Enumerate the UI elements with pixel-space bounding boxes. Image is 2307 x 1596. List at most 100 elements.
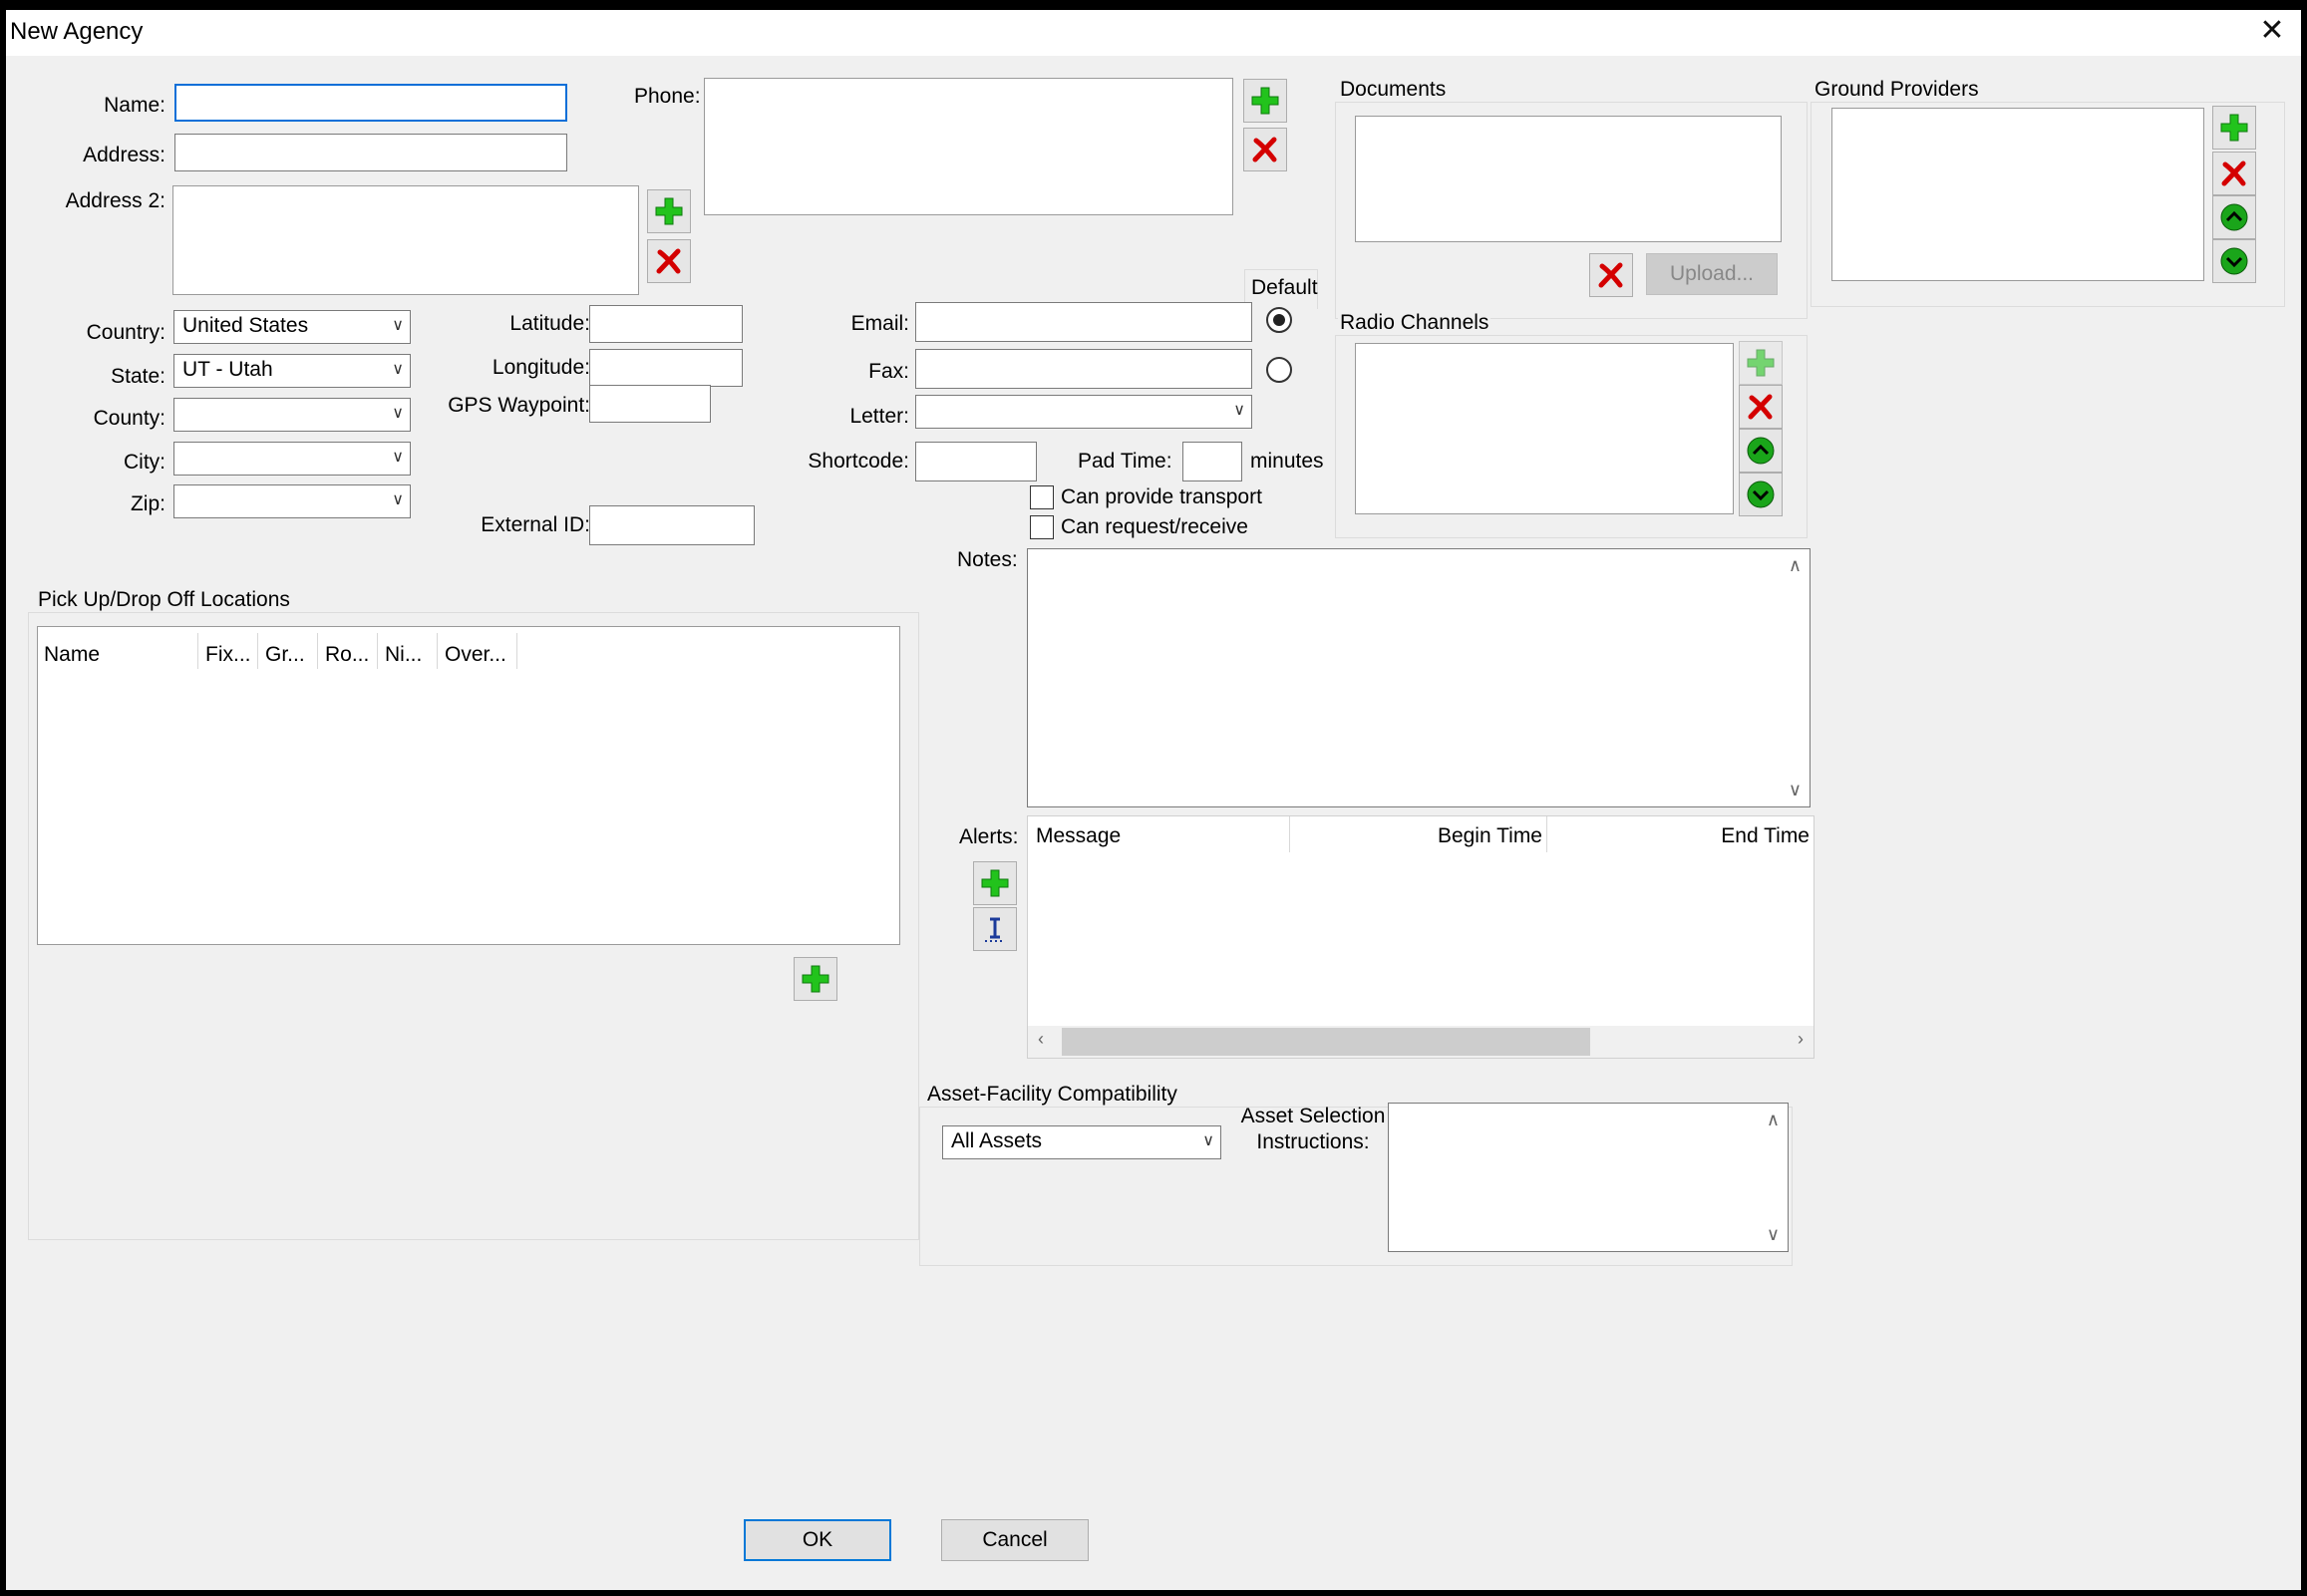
can-provide-transport-label[interactable]: Can provide transport (1061, 485, 1262, 509)
scroll-down-icon[interactable]: ∨ (1789, 780, 1802, 800)
default-email-radio[interactable] (1266, 307, 1292, 333)
asset-select[interactable]: All Assets ∨ (942, 1125, 1221, 1159)
default-fax-radio[interactable] (1266, 357, 1292, 383)
alerts-edit-button[interactable] (973, 907, 1017, 951)
latitude-input[interactable] (589, 305, 743, 343)
alerts-col-message[interactable]: Message (1036, 824, 1121, 848)
remove-x-icon (656, 248, 681, 274)
remove-x-icon (1598, 262, 1623, 288)
asset-facility-title: Asset-Facility Compatibility (925, 1083, 1179, 1107)
remove-x-icon (1252, 137, 1277, 162)
address2-add-button[interactable] (647, 189, 691, 233)
city-label: City: (124, 451, 165, 474)
pad-time-input[interactable] (1182, 442, 1242, 481)
address-input[interactable] (174, 134, 567, 171)
remove-x-icon (2221, 160, 2246, 186)
alerts-horizontal-scrollbar[interactable]: ‹ › (1028, 1026, 1813, 1058)
radio-channels-down-button[interactable] (1739, 473, 1783, 516)
gps-waypoint-input[interactable] (589, 385, 711, 423)
cancel-button[interactable]: Cancel (941, 1519, 1089, 1561)
plus-icon (802, 965, 829, 993)
state-select[interactable]: UT - Utah ∨ (173, 354, 411, 388)
scroll-up-icon[interactable]: ∧ (1789, 555, 1802, 576)
can-provide-transport-checkbox[interactable] (1030, 485, 1054, 509)
external-id-input[interactable] (589, 505, 755, 545)
text-cursor-icon (985, 917, 1005, 942)
shortcode-input[interactable] (915, 442, 1037, 481)
longitude-label: Longitude: (492, 356, 590, 379)
radio-channels-add-button[interactable] (1739, 341, 1783, 385)
documents-remove-button[interactable] (1589, 253, 1633, 297)
state-label: State: (111, 365, 165, 388)
scroll-down-icon[interactable]: ∨ (1767, 1224, 1780, 1245)
notes-textarea[interactable]: ∧ ∨ (1027, 548, 1811, 807)
external-id-label: External ID: (481, 513, 590, 536)
asset-instructions-label-2: Instructions: (1256, 1130, 1370, 1153)
column-divider (516, 633, 517, 669)
alerts-col-end-time[interactable]: End Time (1552, 824, 1810, 848)
upload-button[interactable]: Upload... (1646, 253, 1778, 295)
address2-label: Address 2: (65, 189, 165, 212)
longitude-input[interactable] (589, 349, 743, 387)
scrollbar-thumb[interactable] (1062, 1028, 1590, 1056)
column-divider (437, 633, 438, 669)
zip-select[interactable]: ∨ (173, 484, 411, 518)
phone-remove-button[interactable] (1243, 128, 1287, 171)
ground-providers-up-button[interactable] (2212, 195, 2256, 239)
phone-list[interactable] (704, 78, 1233, 215)
pickup-col-ni[interactable]: Ni... (385, 643, 422, 667)
city-select[interactable]: ∨ (173, 442, 411, 476)
alerts-col-begin-time[interactable]: Begin Time (1297, 824, 1542, 848)
plus-icon (1747, 349, 1775, 377)
can-request-receive-checkbox[interactable] (1030, 515, 1054, 539)
email-input[interactable] (915, 302, 1252, 342)
fax-input[interactable] (915, 349, 1252, 389)
alerts-add-button[interactable] (973, 861, 1017, 905)
new-agency-dialog: New Agency ✕ Name: Address: Address 2: P… (6, 10, 2301, 1590)
pickup-add-button[interactable] (794, 957, 837, 1001)
documents-title: Documents (1338, 78, 1449, 102)
address2-textarea[interactable] (172, 185, 639, 295)
letter-select[interactable]: ∨ (915, 395, 1252, 429)
pickup-col-gr[interactable]: Gr... (265, 643, 305, 667)
ground-providers-down-button[interactable] (2212, 239, 2256, 283)
pickup-col-fix[interactable]: Fix... (205, 643, 251, 667)
documents-list[interactable] (1355, 116, 1782, 242)
pickup-col-ro[interactable]: Ro... (325, 643, 369, 667)
pickup-col-name[interactable]: Name (44, 643, 100, 667)
country-select[interactable]: United States ∨ (173, 310, 411, 344)
asset-instructions-textarea[interactable]: ∧ ∨ (1388, 1103, 1789, 1252)
ground-providers-list[interactable] (1831, 108, 2204, 281)
ok-button[interactable]: OK (744, 1519, 891, 1561)
pickup-col-over[interactable]: Over... (445, 643, 506, 667)
scroll-left-icon[interactable]: ‹ (1038, 1029, 1044, 1050)
arrow-up-circle-icon (1747, 437, 1775, 465)
chevron-down-icon: ∨ (392, 361, 404, 378)
notes-label: Notes: (957, 548, 1018, 571)
phone-add-button[interactable] (1243, 79, 1287, 123)
radio-channels-title: Radio Channels (1338, 311, 1491, 335)
scroll-up-icon[interactable]: ∧ (1767, 1110, 1780, 1130)
ground-providers-remove-button[interactable] (2212, 152, 2256, 195)
name-input[interactable] (174, 84, 567, 122)
plus-icon (655, 197, 683, 225)
plus-icon (1251, 87, 1279, 115)
address2-remove-button[interactable] (647, 239, 691, 283)
radio-channels-up-button[interactable] (1739, 429, 1783, 473)
close-icon[interactable]: ✕ (2255, 14, 2289, 48)
radio-channels-list[interactable] (1355, 343, 1734, 514)
ground-providers-add-button[interactable] (2212, 106, 2256, 150)
fax-label: Fax: (868, 360, 909, 383)
gps-waypoint-label: GPS Waypoint: (448, 394, 590, 417)
plus-icon (981, 869, 1009, 897)
column-divider (197, 633, 198, 669)
county-select[interactable]: ∨ (173, 398, 411, 432)
ground-providers-title: Ground Providers (1813, 78, 1981, 102)
column-divider (257, 633, 258, 669)
radio-channels-remove-button[interactable] (1739, 385, 1783, 429)
can-request-receive-label[interactable]: Can request/receive (1061, 515, 1248, 539)
radio-dot (1273, 314, 1285, 326)
address-label: Address: (83, 144, 165, 166)
scroll-right-icon[interactable]: › (1798, 1029, 1804, 1050)
county-label: County: (93, 407, 165, 430)
